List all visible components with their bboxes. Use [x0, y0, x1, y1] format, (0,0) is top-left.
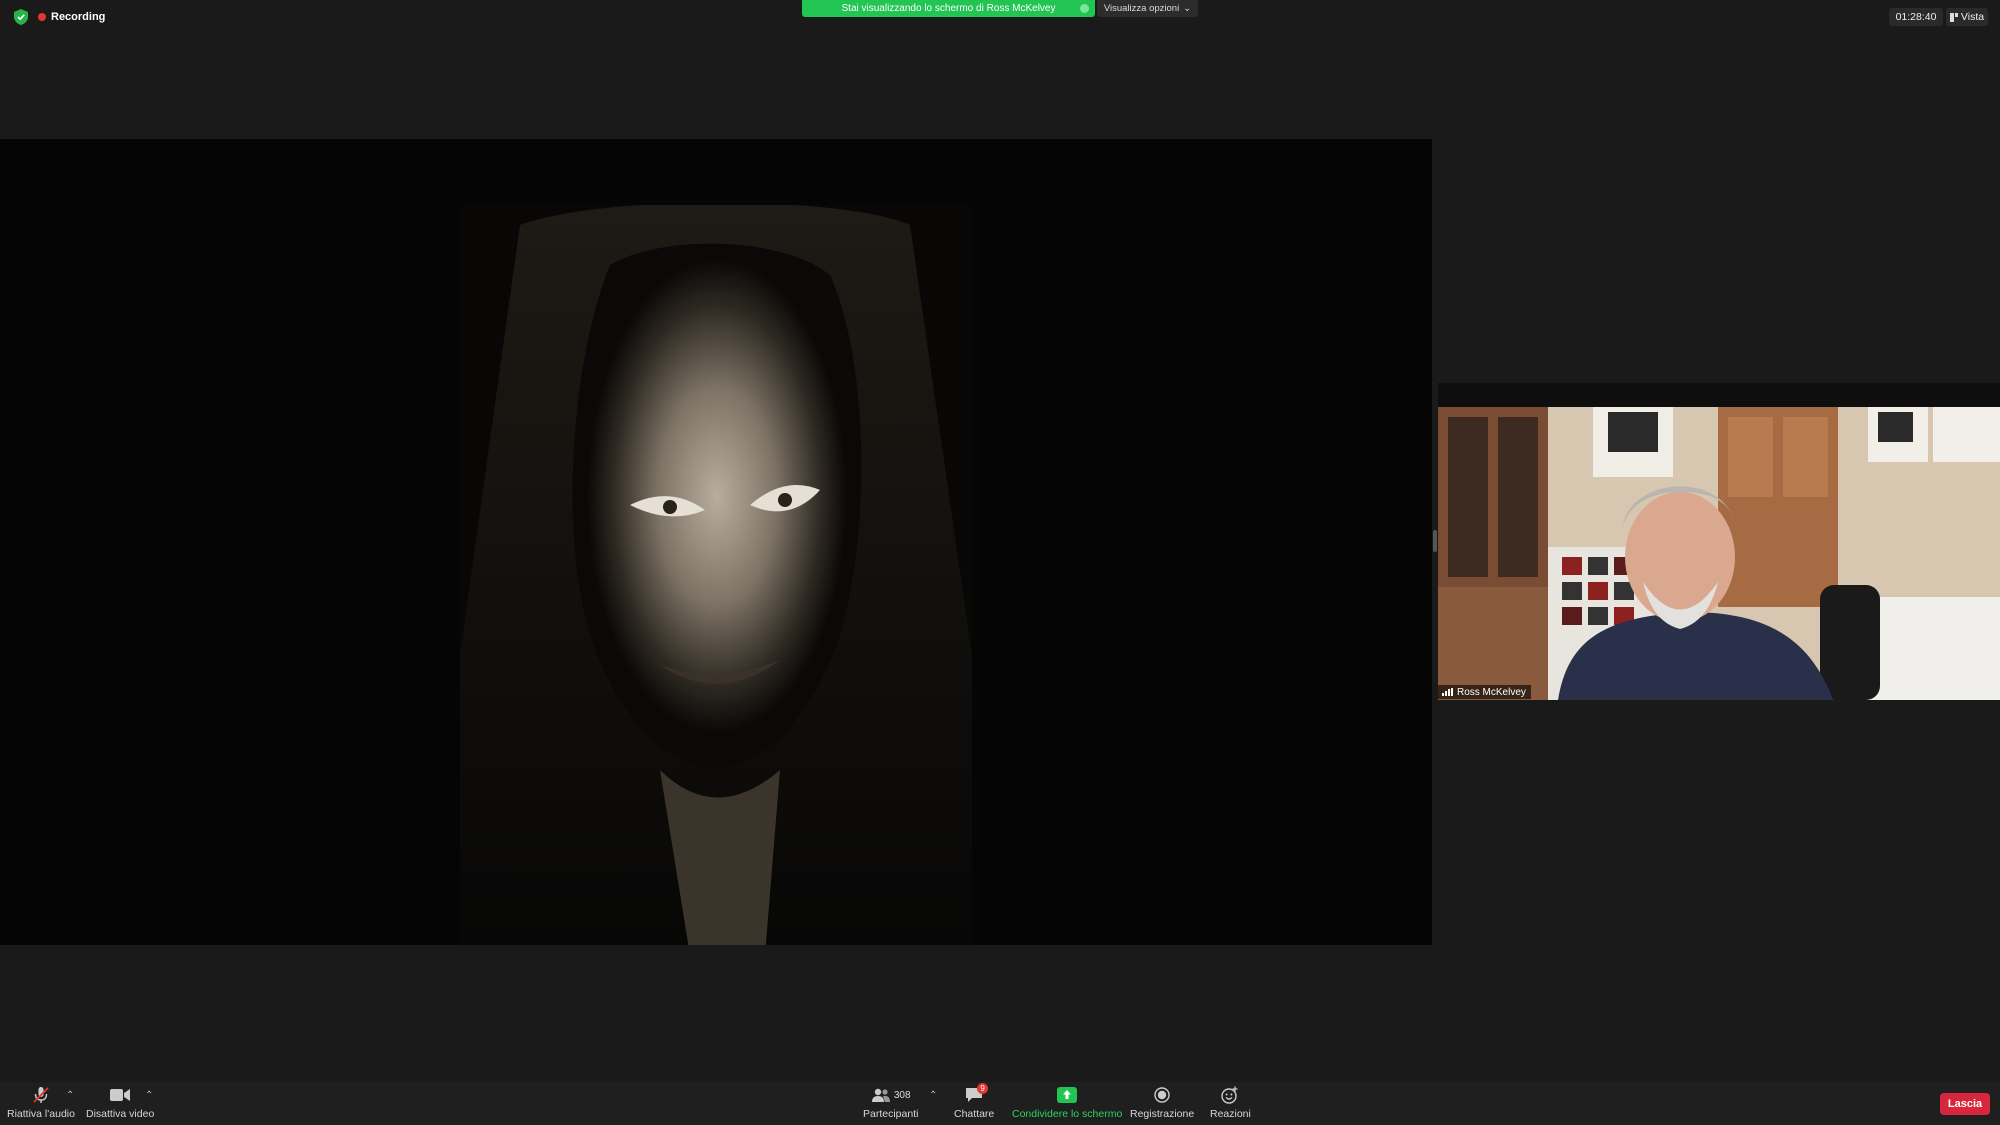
meeting-toolbar: Riattiva l'audio ⌃ Disattiva video ⌃ 308… [0, 1082, 2000, 1125]
chat-icon: 9 [965, 1083, 989, 1104]
participants-count: 308 [893, 1089, 911, 1101]
shared-portrait-image [460, 205, 972, 945]
meeting-status: Recording [14, 9, 105, 25]
smiley-plus-icon [1221, 1086, 1239, 1104]
view-button[interactable]: Vista [1946, 8, 1988, 26]
panel-resize-handle[interactable] [1433, 530, 1437, 552]
share-screen-icon [1057, 1086, 1078, 1104]
recording-label: Recording [51, 11, 106, 23]
signal-strength-icon [1442, 688, 1453, 696]
meeting-timer: 01:28:40 [1889, 8, 1943, 26]
chat-button[interactable]: 9 Chattare [954, 1083, 995, 1120]
leave-button[interactable]: Lascia [1940, 1093, 1990, 1115]
view-label: Vista [1960, 11, 1985, 23]
participants-icon-group: 308 [871, 1086, 911, 1104]
record-label: Registrazione [1130, 1108, 1195, 1120]
view-grid-icon [1949, 12, 1958, 22]
share-banner-text: Stai visualizzando lo schermo di Ross Mc… [841, 3, 1056, 14]
chat-label: Chattare [954, 1108, 995, 1120]
participants-button[interactable]: 308 Partecipanti [863, 1086, 918, 1120]
recording-indicator[interactable]: Recording [38, 11, 105, 23]
reactions-label: Reazioni [1210, 1108, 1251, 1120]
participant-name: Ross McKelvey [1457, 686, 1526, 698]
share-screen-label: Condividere lo schermo [1012, 1108, 1123, 1120]
record-button[interactable]: Registrazione [1130, 1086, 1194, 1120]
record-icon [1154, 1086, 1170, 1104]
video-camera-icon [110, 1086, 131, 1104]
audio-options-chevron-icon[interactable]: ⌃ [66, 1090, 74, 1101]
video-options-chevron-icon[interactable]: ⌃ [145, 1090, 153, 1101]
reactions-button[interactable]: Reazioni [1210, 1086, 1251, 1120]
screen-share-banner: Stai visualizzando lo schermo di Ross Mc… [802, 0, 1095, 17]
participants-options-chevron-icon[interactable]: ⌃ [929, 1090, 937, 1101]
unmute-label: Riattiva l'audio [7, 1108, 75, 1120]
participant-video-frame [1438, 407, 2000, 700]
participants-label: Partecipanti [863, 1108, 919, 1120]
shared-screen [0, 139, 1432, 945]
stop-video-label: Disattiva video [86, 1108, 155, 1120]
participant-name-tag: Ross McKelvey [1438, 685, 1531, 699]
share-screen-button[interactable]: Condividere lo schermo [1012, 1086, 1122, 1120]
unmute-button[interactable]: Riattiva l'audio [7, 1086, 75, 1120]
security-shield-icon[interactable] [14, 9, 28, 25]
view-options-label: Visualizza opzioni [1103, 3, 1180, 14]
participants-icon [871, 1088, 890, 1102]
chevron-down-icon: ⌄ [1183, 3, 1192, 14]
participant-video[interactable] [1438, 407, 2000, 700]
view-options-button[interactable]: Visualizza opzioni ⌄ [1097, 0, 1198, 17]
chat-unread-badge: 9 [977, 1083, 989, 1094]
muted-microphone-icon [32, 1086, 50, 1104]
recording-dot-icon [38, 13, 46, 21]
share-status-icon [1080, 4, 1089, 13]
